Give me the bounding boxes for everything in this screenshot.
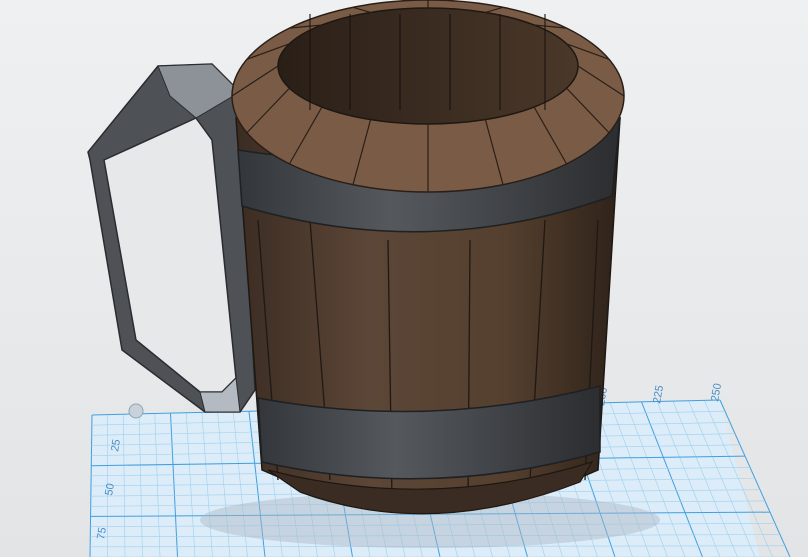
mug-handle[interactable] (87, 63, 256, 413)
grid-label-25: 25 (109, 438, 123, 452)
rim-inner-opening (277, 7, 579, 125)
scene-canvas[interactable]: 25 50 75 200 225 250 (0, 0, 808, 557)
grid-label-250: 250 (709, 382, 724, 402)
3d-viewport[interactable]: 25 50 75 200 225 250 (0, 0, 808, 557)
mug-rim[interactable] (231, 0, 625, 193)
grid-label-75: 75 (95, 526, 109, 540)
grid-label-50: 50 (103, 482, 117, 496)
grid-origin-marker (128, 403, 144, 419)
